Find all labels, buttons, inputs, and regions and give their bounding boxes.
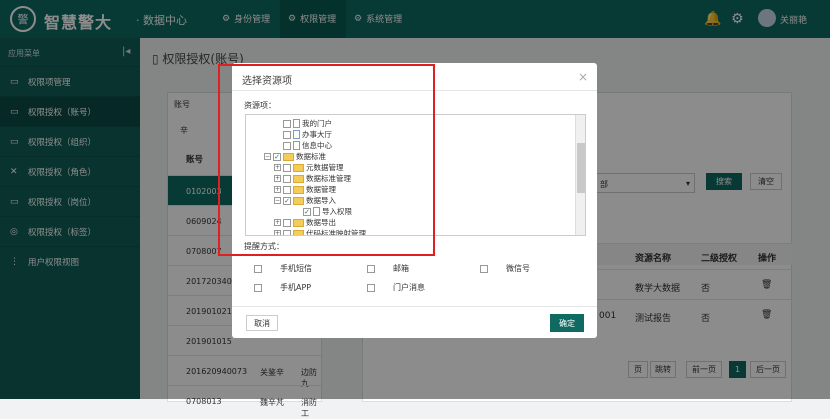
divider: [232, 306, 597, 307]
option-wechat[interactable]: 微信号: [480, 263, 530, 274]
scrollbar[interactable]: [575, 115, 585, 235]
confirm-button[interactable]: 确定: [550, 314, 584, 332]
option-label: 邮箱: [393, 264, 409, 273]
option-portal[interactable]: 门户消息: [367, 282, 425, 293]
option-email[interactable]: 邮箱: [367, 263, 409, 274]
cancel-button[interactable]: 取消: [246, 315, 278, 331]
option-label: 手机APP: [280, 283, 312, 292]
close-icon[interactable]: ×: [578, 70, 588, 84]
option-app[interactable]: 手机APP: [254, 282, 311, 293]
checkbox[interactable]: [254, 264, 262, 273]
checkbox[interactable]: [480, 264, 488, 273]
org-cell: 消防工: [301, 398, 317, 418]
scrollbar-thumb[interactable]: [577, 143, 585, 193]
option-label: 门户消息: [393, 283, 425, 292]
highlight-annotation: [218, 64, 435, 256]
option-label: 微信号: [506, 264, 530, 273]
checkbox[interactable]: [367, 264, 375, 273]
checkbox[interactable]: [254, 283, 262, 292]
option-sms[interactable]: 手机短信: [254, 263, 312, 274]
option-label: 手机短信: [280, 264, 312, 273]
checkbox[interactable]: [367, 283, 375, 292]
